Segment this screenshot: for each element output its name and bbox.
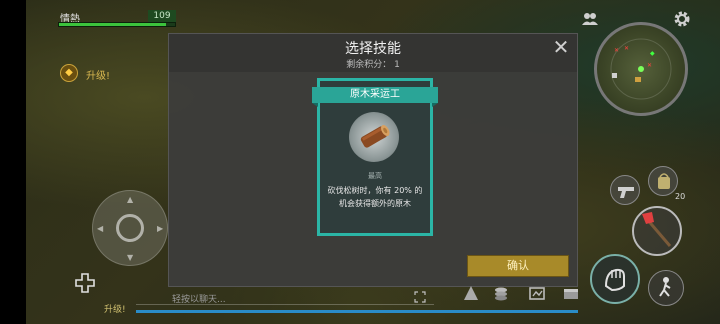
dialog-title: 选择技能 (345, 41, 401, 57)
chat-level-label: 升级! (104, 305, 126, 315)
confirm-button[interactable]: 确认 (467, 255, 569, 277)
attack-button[interactable] (590, 254, 640, 304)
sneak-button[interactable] (648, 270, 684, 306)
attack-icon (604, 268, 625, 292)
remaining-points: 剩余积分： 1 (346, 60, 400, 70)
xp-bar (136, 310, 578, 313)
screen-edge (0, 0, 26, 324)
hotbar-coins-icon[interactable] (492, 284, 510, 302)
hotbar-map-icon[interactable] (528, 284, 546, 302)
chat-input[interactable]: 轻按以聊天... (136, 292, 434, 305)
joystick-knob[interactable] (116, 214, 144, 242)
svg-text:✕: ✕ (614, 47, 619, 54)
bag-count: 20 (675, 192, 686, 201)
axe-slot[interactable] (632, 206, 682, 256)
close-icon[interactable]: ✕ (551, 37, 571, 58)
axe-icon (642, 212, 672, 247)
upgrade-label[interactable]: 升级! (86, 67, 110, 82)
hotbar-crate-icon[interactable] (562, 284, 580, 302)
dialog-header: 选择技能 剩余积分： 1 ✕ (169, 34, 577, 72)
arrow-up-icon: ▲ (127, 195, 134, 204)
gear-icon[interactable] (673, 10, 691, 28)
upgrade-icon[interactable]: ◆ (60, 64, 78, 82)
svg-text:◆: ◆ (650, 50, 655, 57)
movement-joystick[interactable]: ▲ ▼ ◀ ▶ (92, 190, 168, 266)
minimap[interactable]: ✕ ✕ ✕ ◆ (594, 22, 688, 116)
svg-text:✕: ✕ (624, 45, 629, 52)
skill-description: 砍伐松树时，你有 20% 的机会获得额外的原木 (327, 186, 423, 208)
arrow-right-icon: ▶ (157, 224, 164, 233)
arrow-left-icon: ◀ (97, 224, 104, 233)
health-bar (58, 22, 176, 27)
expand-icon[interactable] (414, 291, 426, 303)
skill-name: 原木采运工 (312, 87, 438, 107)
pistol-icon (618, 187, 634, 198)
svg-text:✕: ✕ (647, 62, 652, 69)
arrow-down-icon: ▼ (127, 253, 134, 262)
skill-tier: 最高 (368, 172, 382, 180)
xp-bar-fill (136, 310, 578, 313)
sneak-icon (659, 277, 671, 297)
skill-card[interactable]: 原木采运工 最高 砍伐松树时，你有 20% 的机会获得额外的原木 (312, 78, 438, 236)
health-bar-fill (59, 23, 166, 26)
heal-icon[interactable] (74, 272, 96, 294)
bag-slot[interactable] (648, 166, 678, 196)
health-value: 109 (148, 10, 176, 22)
hotbar-slot-icon[interactable] (462, 284, 480, 302)
friends-icon[interactable] (582, 12, 598, 26)
log-icon (349, 112, 399, 162)
pistol-slot[interactable] (610, 175, 640, 205)
skill-select-dialog: 选择技能 剩余积分： 1 ✕ 原木采运工 最高 砍伐松树时，你有 20% 的机会… (168, 33, 578, 287)
